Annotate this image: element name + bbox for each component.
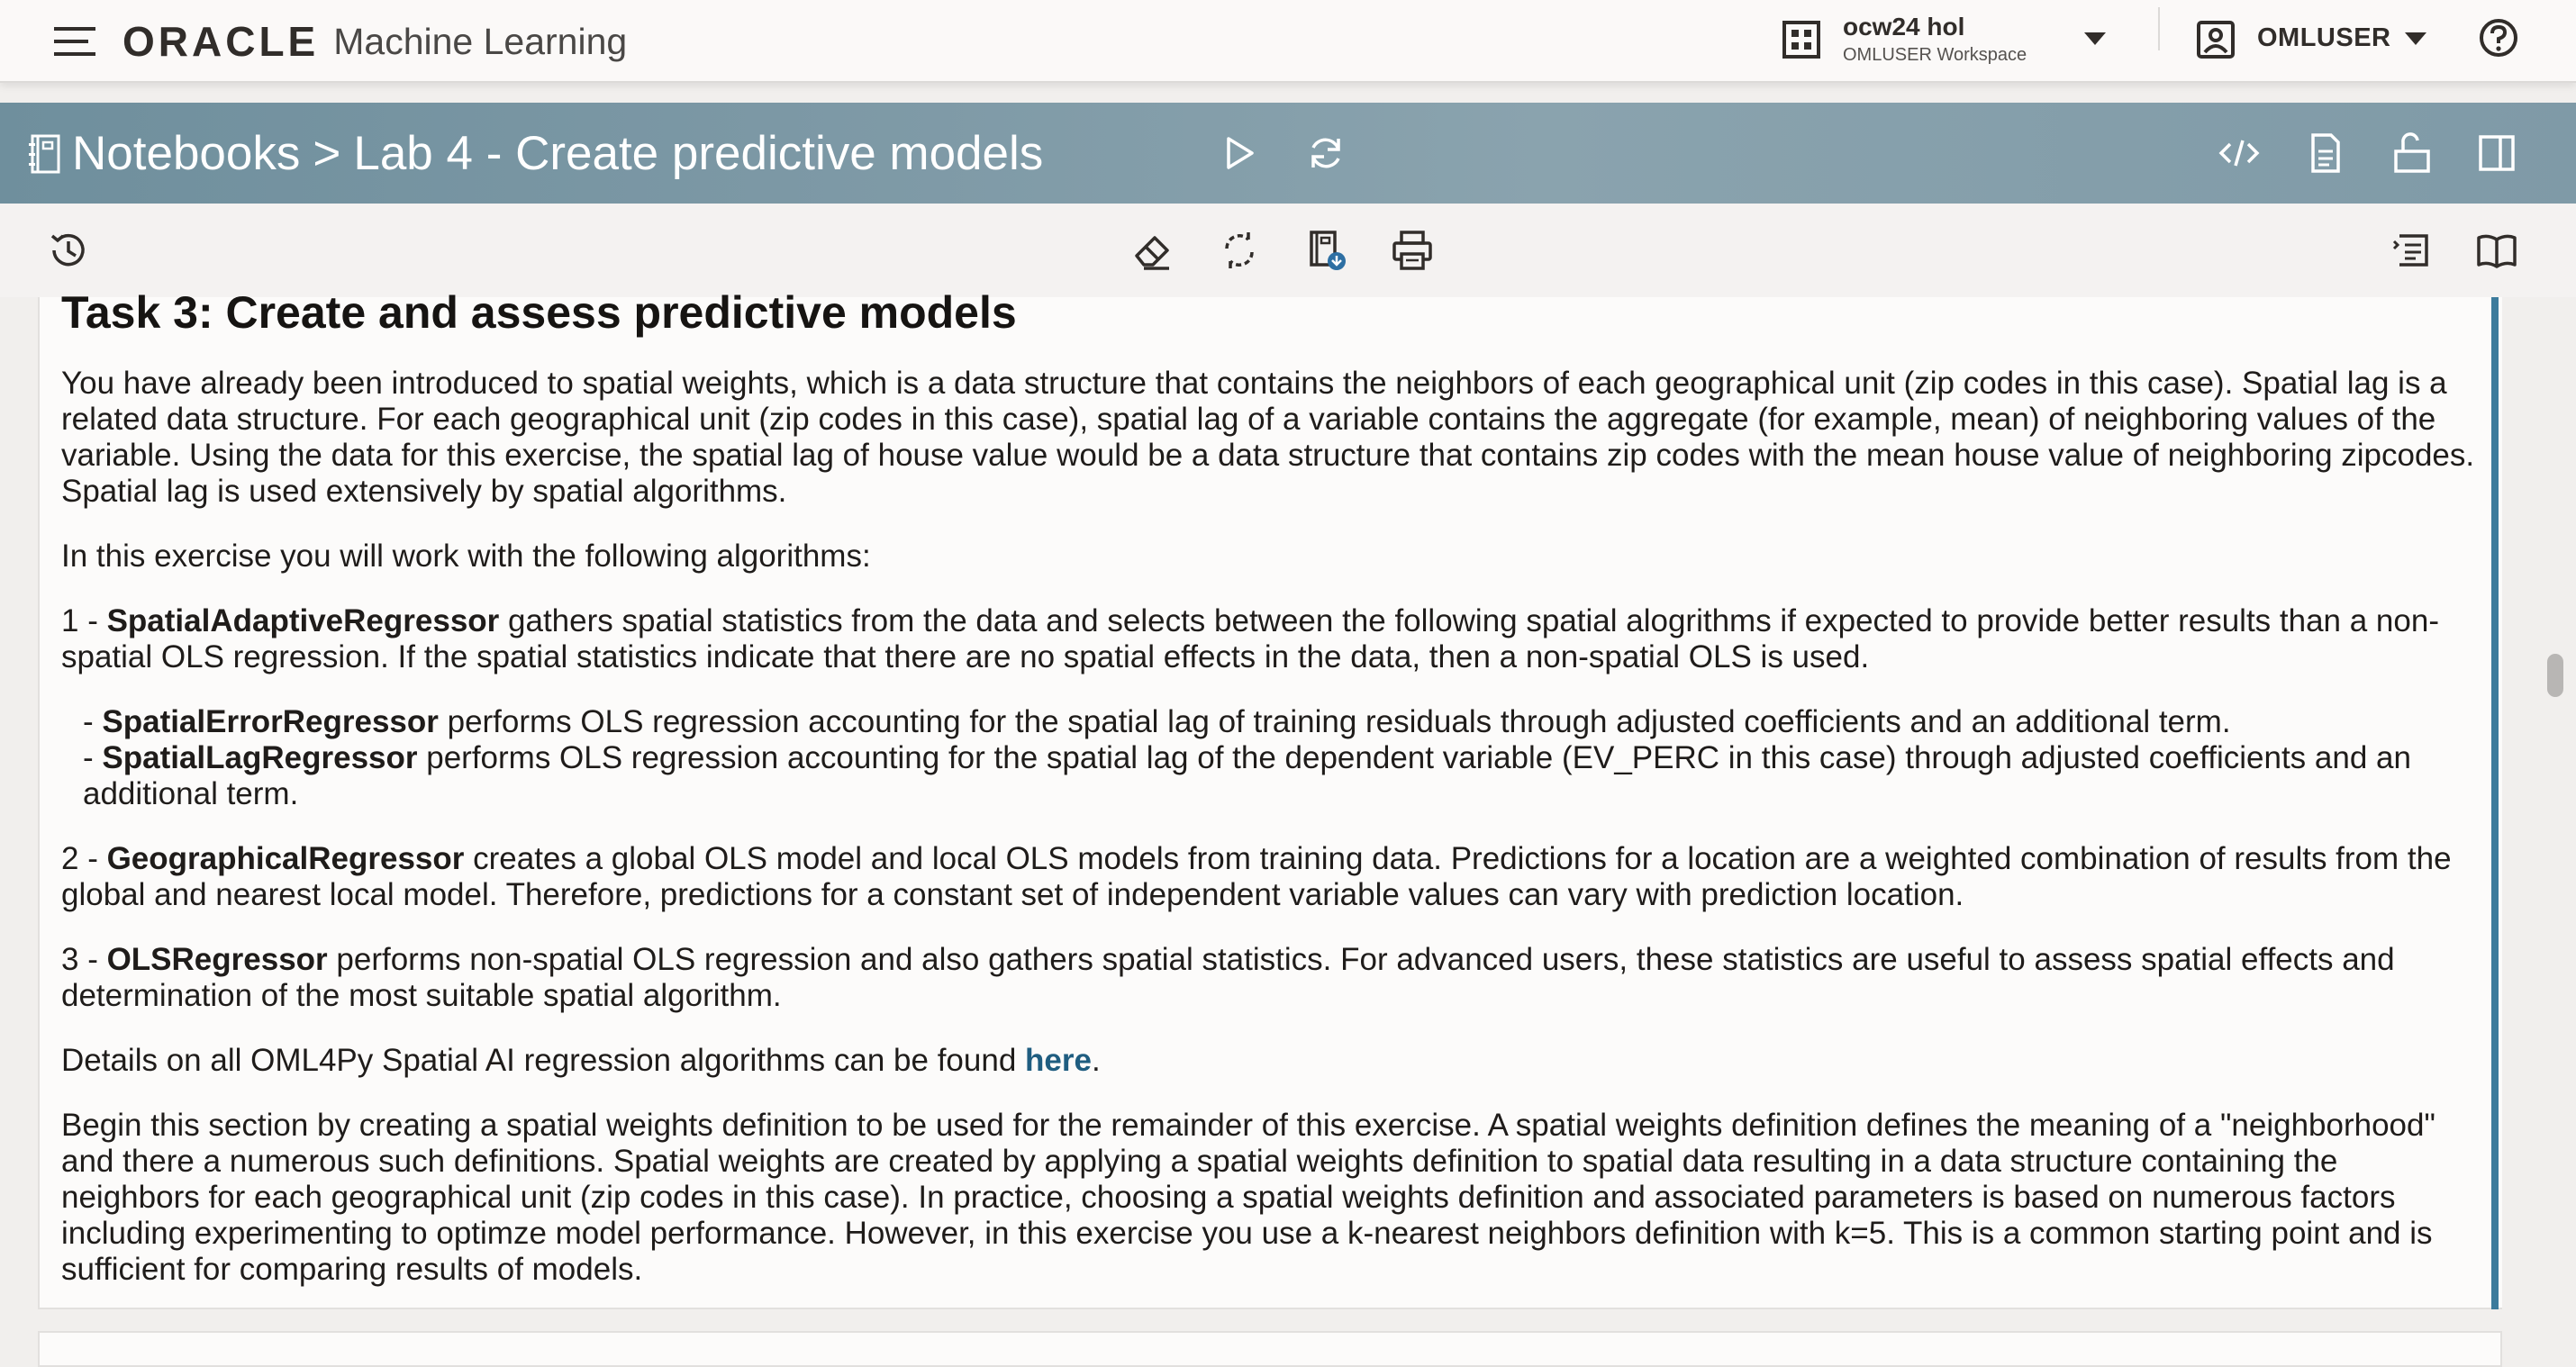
algorithm-3: 3 - OLSRegressor performs non-spatial OL… (61, 942, 2395, 1013)
algorithm-1: 1 - SpatialAdaptiveRegressor gathers spa… (61, 603, 2439, 674)
paragraph-selection-indicator (2491, 297, 2499, 1309)
details-text: Details on all OML4Py Spatial AI regress… (61, 1043, 1101, 1078)
app-brand[interactable]: ORACLE Machine Learning (122, 16, 627, 67)
eraser-icon[interactable] (1131, 229, 1175, 272)
oracle-logo: ORACLE (122, 18, 320, 65)
algorithm-name: SpatialAdaptiveRegressor (106, 603, 500, 638)
divider (2158, 7, 2160, 50)
unlock-icon[interactable] (2390, 131, 2434, 175)
history-icon[interactable] (47, 229, 90, 272)
grid-icon[interactable] (1782, 20, 1821, 59)
here-link[interactable]: here (1025, 1043, 1092, 1078)
export-icon[interactable] (1304, 229, 1347, 272)
document-icon[interactable] (2304, 131, 2347, 175)
algorithm-name: OLSRegressor (106, 942, 328, 977)
workspace-name[interactable]: ocw24 hol (1843, 13, 1964, 41)
print-icon[interactable] (1391, 229, 1434, 272)
breadcrumb-notebooks[interactable]: Notebooks (72, 126, 300, 181)
begin-text: Begin this section by creating a spatial… (61, 1108, 2435, 1287)
code-icon[interactable] (2218, 131, 2261, 175)
intro-text: You have already been introduced to spat… (61, 366, 2475, 509)
breadcrumb-separator: > (313, 126, 341, 180)
refresh-icon[interactable] (1304, 131, 1347, 175)
list-item: - SpatialErrorRegressor performs OLS reg… (83, 704, 2231, 739)
breadcrumb: Notebooks > Lab 4 - Create predictive mo… (72, 124, 1043, 182)
product-name: Machine Learning (333, 20, 628, 62)
algorithms-intro: In this exercise you will work with the … (61, 539, 871, 574)
notebook-icon (29, 133, 61, 175)
notebook-toolbar (0, 204, 2576, 297)
panel-icon[interactable] (2475, 131, 2518, 175)
user-icon[interactable] (2196, 20, 2236, 59)
paragraph-output: Task 3: Create and assess predictive mod… (61, 286, 2475, 1317)
top-bar: ORACLE Machine Learning ocw24 hol OMLUSE… (0, 0, 2576, 83)
chevron-down-icon[interactable] (2403, 31, 2428, 47)
algorithm-2: 2 - GeographicalRegressor creates a glob… (61, 841, 2452, 912)
notebook-header: Notebooks > Lab 4 - Create predictive mo… (0, 103, 2576, 204)
book-icon[interactable] (2475, 229, 2518, 272)
scrollbar-thumb[interactable] (2547, 654, 2563, 697)
list-item: - SpatialLagRegressor performs OLS regre… (83, 740, 2411, 811)
notebook-title: Lab 4 - Create predictive models (353, 126, 1044, 180)
algorithm-name: GeographicalRegressor (106, 841, 465, 876)
invalidate-icon[interactable] (1218, 229, 1261, 272)
play-icon[interactable] (1218, 131, 1261, 175)
algorithm-name: SpatialErrorRegressor (102, 704, 439, 739)
help-icon[interactable] (2479, 18, 2518, 58)
list-icon[interactable] (2390, 229, 2434, 272)
workspace-subtitle: OMLUSER Workspace (1843, 45, 2027, 65)
hamburger-icon[interactable] (54, 25, 95, 58)
next-paragraph[interactable] (38, 1331, 2502, 1367)
user-menu[interactable]: OMLUSER (2257, 23, 2391, 53)
sub-algorithm-list: - SpatialErrorRegressor performs OLS reg… (83, 704, 2475, 812)
algorithm-name: SpatialLagRegressor (102, 740, 418, 775)
chevron-down-icon[interactable] (2082, 31, 2108, 47)
task-heading: Task 3: Create and assess predictive mod… (61, 287, 1017, 338)
